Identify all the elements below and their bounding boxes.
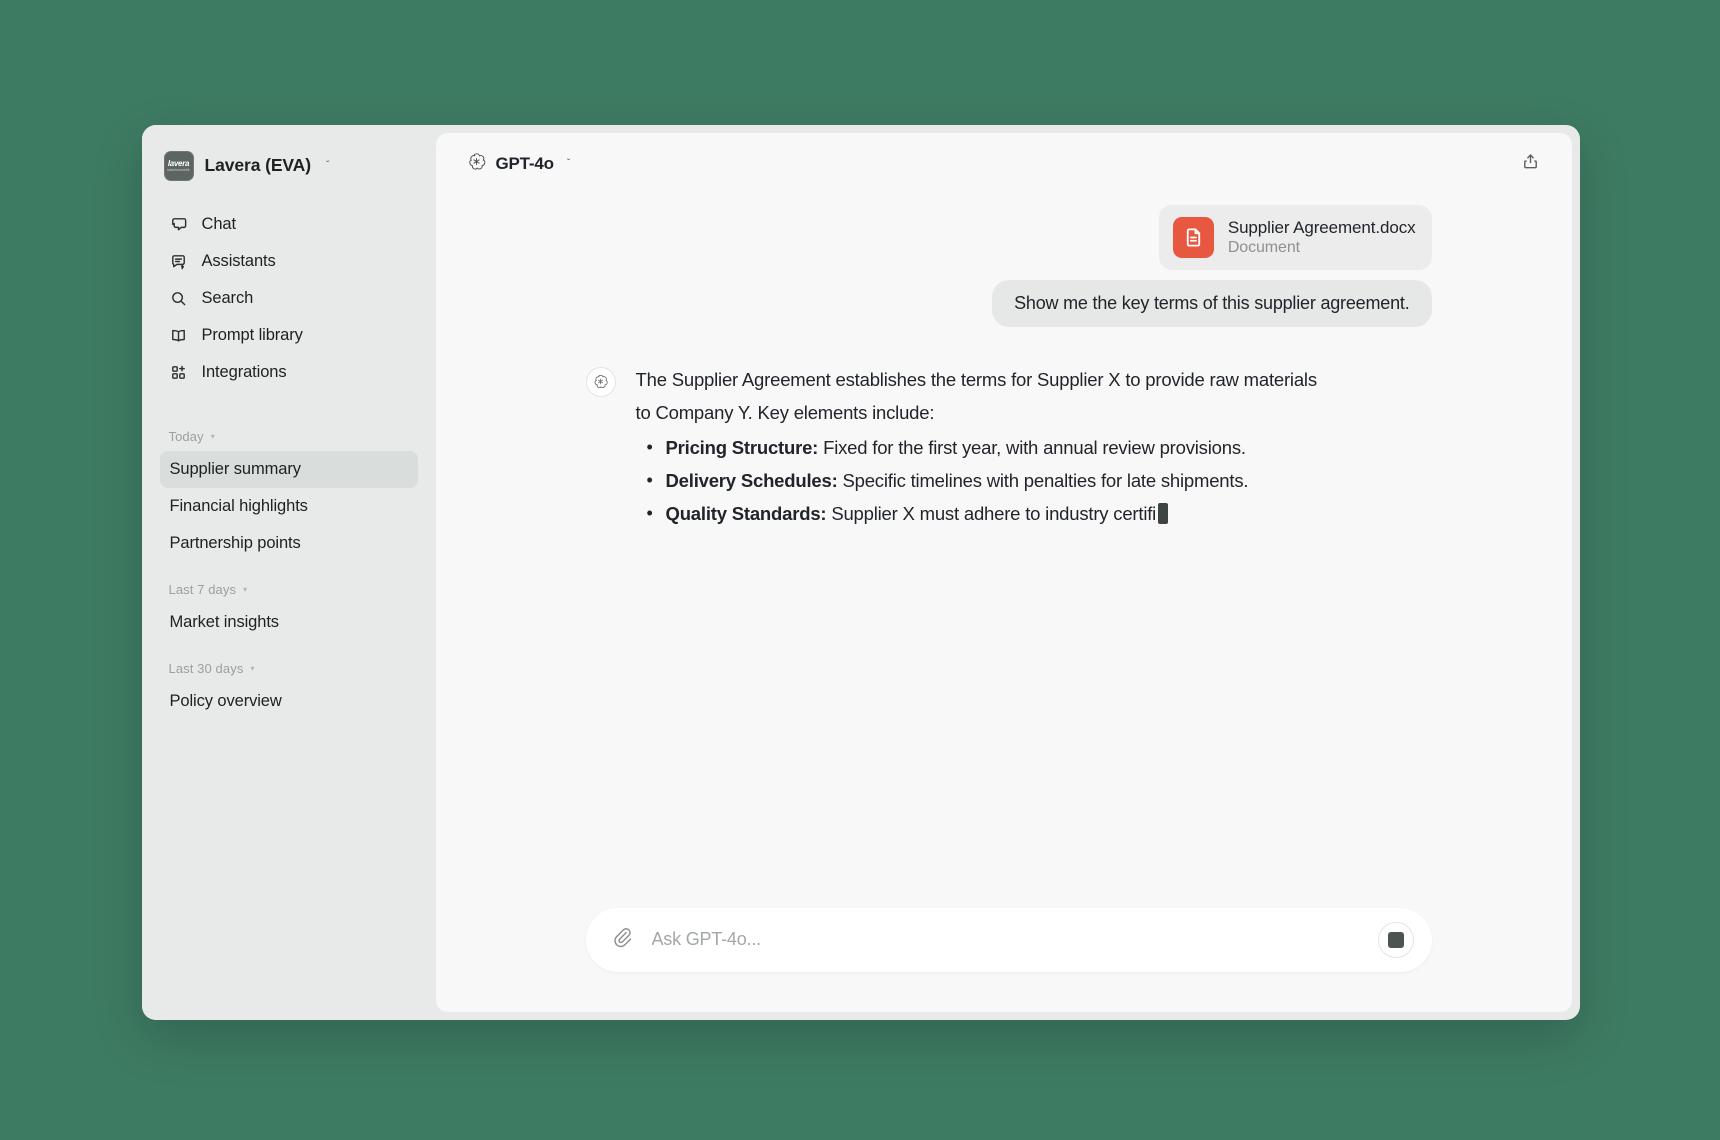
composer[interactable]	[585, 907, 1432, 972]
sidebar-item-label: Chat	[201, 215, 237, 233]
workspace-logo-bottom: naturkosmetik	[167, 167, 190, 172]
sidebar-item-label: Assistants	[201, 252, 276, 270]
bullet-text: Fixed for the first year, with annual re…	[818, 436, 1246, 458]
assistants-icon	[169, 252, 189, 272]
sidebar-item-chat[interactable]: Chat	[160, 207, 418, 243]
attachment-row: Supplier Agreement.docx Document	[586, 204, 1432, 270]
bullet-term: Quality Standards:	[665, 502, 827, 524]
openai-logo-icon	[466, 151, 487, 177]
chevron-down-icon: ▾	[243, 584, 248, 594]
assistant-intro: The Supplier Agreement establishes the t…	[635, 368, 1318, 423]
stop-generating-button[interactable]	[1377, 921, 1414, 958]
stop-icon	[1387, 931, 1404, 948]
attach-button[interactable]	[608, 926, 636, 954]
user-message-row: Show me the key terms of this supplier a…	[586, 279, 1432, 327]
section-header-today[interactable]: Today ▾	[160, 421, 418, 451]
share-button[interactable]	[1514, 147, 1548, 181]
chevron-down-icon: ▾	[250, 663, 255, 673]
sidebar-item-label: Integrations	[201, 363, 287, 381]
conversation-item-supplier-summary[interactable]: Supplier summary	[159, 450, 418, 488]
message-thread[interactable]: Supplier Agreement.docx Document Show me…	[436, 195, 1572, 908]
attachment-name: Supplier Agreement.docx	[1227, 217, 1416, 237]
conversation-item-financial-highlights[interactable]: Financial highlights	[160, 488, 418, 525]
sidebar-item-label: Search	[201, 289, 254, 307]
assistant-bullet-list: Pricing Structure: Fixed for the first y…	[636, 431, 1336, 530]
assistant-message-body: The Supplier Agreement establishes the t…	[636, 363, 1336, 530]
list-item: Quality Standards: Supplier X must adher…	[636, 497, 1336, 530]
bullet-term: Delivery Schedules:	[665, 469, 838, 491]
model-selector[interactable]: GPT-4o ˇ	[456, 145, 581, 183]
composer-area	[436, 907, 1572, 1012]
primary-nav: Chat Assistants Search Prompt library In…	[160, 207, 418, 391]
attachment-card[interactable]: Supplier Agreement.docx Document	[1158, 204, 1432, 270]
message-input[interactable]	[651, 929, 1362, 950]
desktop-background: lavera naturkosmetik Lavera (EVA) ˇ Chat	[0, 0, 1720, 1140]
search-icon	[169, 289, 189, 309]
list-item: Delivery Schedules: Specific timelines w…	[636, 464, 1336, 497]
sidebar-item-assistants[interactable]: Assistants	[160, 244, 418, 280]
chat-icon	[169, 215, 189, 235]
bullet-text: Supplier X must adhere to industry certi…	[826, 502, 1157, 524]
conversation-item-partnership-points[interactable]: Partnership points	[160, 525, 418, 562]
sidebar-item-label: Prompt library	[201, 326, 303, 344]
attachment-meta: Supplier Agreement.docx Document	[1228, 218, 1416, 257]
integrations-icon	[169, 363, 189, 383]
chevron-down-icon: ˇ	[325, 159, 330, 171]
workspace-switcher[interactable]: lavera naturkosmetik Lavera (EVA) ˇ	[160, 147, 418, 185]
section-header-last-7-days[interactable]: Last 7 days ▾	[160, 574, 418, 604]
list-item: Pricing Structure: Fixed for the first y…	[636, 431, 1336, 464]
section-header-last-30-days[interactable]: Last 30 days ▾	[160, 653, 418, 683]
conversation-item-market-insights[interactable]: Market insights	[160, 604, 418, 641]
section-title: Today	[168, 428, 204, 444]
workspace-logo-top: lavera	[167, 158, 190, 168]
assistant-message-row: The Supplier Agreement establishes the t…	[585, 363, 1432, 530]
sidebar-item-integrations[interactable]: Integrations	[160, 355, 418, 391]
share-icon	[1521, 152, 1540, 176]
bullet-text: Specific timelines with penalties for la…	[837, 469, 1249, 491]
workspace-logo-icon: lavera naturkosmetik	[163, 150, 194, 181]
chevron-down-icon: ▾	[210, 431, 215, 441]
assistant-avatar	[585, 366, 616, 397]
user-message: Show me the key terms of this supplier a…	[992, 279, 1432, 327]
book-icon	[169, 326, 189, 346]
conversation-item-policy-overview[interactable]: Policy overview	[160, 683, 418, 720]
section-title: Last 7 days	[168, 581, 237, 597]
app-window: lavera naturkosmetik Lavera (EVA) ˇ Chat	[141, 124, 1580, 1020]
attachment-kind: Document	[1227, 238, 1300, 256]
top-bar: GPT-4o ˇ	[436, 133, 1572, 195]
streaming-cursor	[1158, 502, 1169, 524]
sidebar-item-search[interactable]: Search	[160, 281, 418, 317]
section-title: Last 30 days	[168, 660, 244, 676]
chevron-down-icon: ˇ	[566, 157, 571, 169]
main-panel: GPT-4o ˇ Supplier Agreement.docx Documen…	[435, 132, 1572, 1012]
sidebar-item-prompt-library[interactable]: Prompt library	[160, 318, 418, 354]
workspace-name: Lavera (EVA)	[204, 155, 312, 175]
model-name: GPT-4o	[495, 153, 555, 173]
sidebar: lavera naturkosmetik Lavera (EVA) ˇ Chat	[141, 124, 436, 1020]
paperclip-icon	[611, 926, 633, 953]
document-icon	[1172, 216, 1214, 258]
bullet-term: Pricing Structure:	[665, 436, 819, 458]
